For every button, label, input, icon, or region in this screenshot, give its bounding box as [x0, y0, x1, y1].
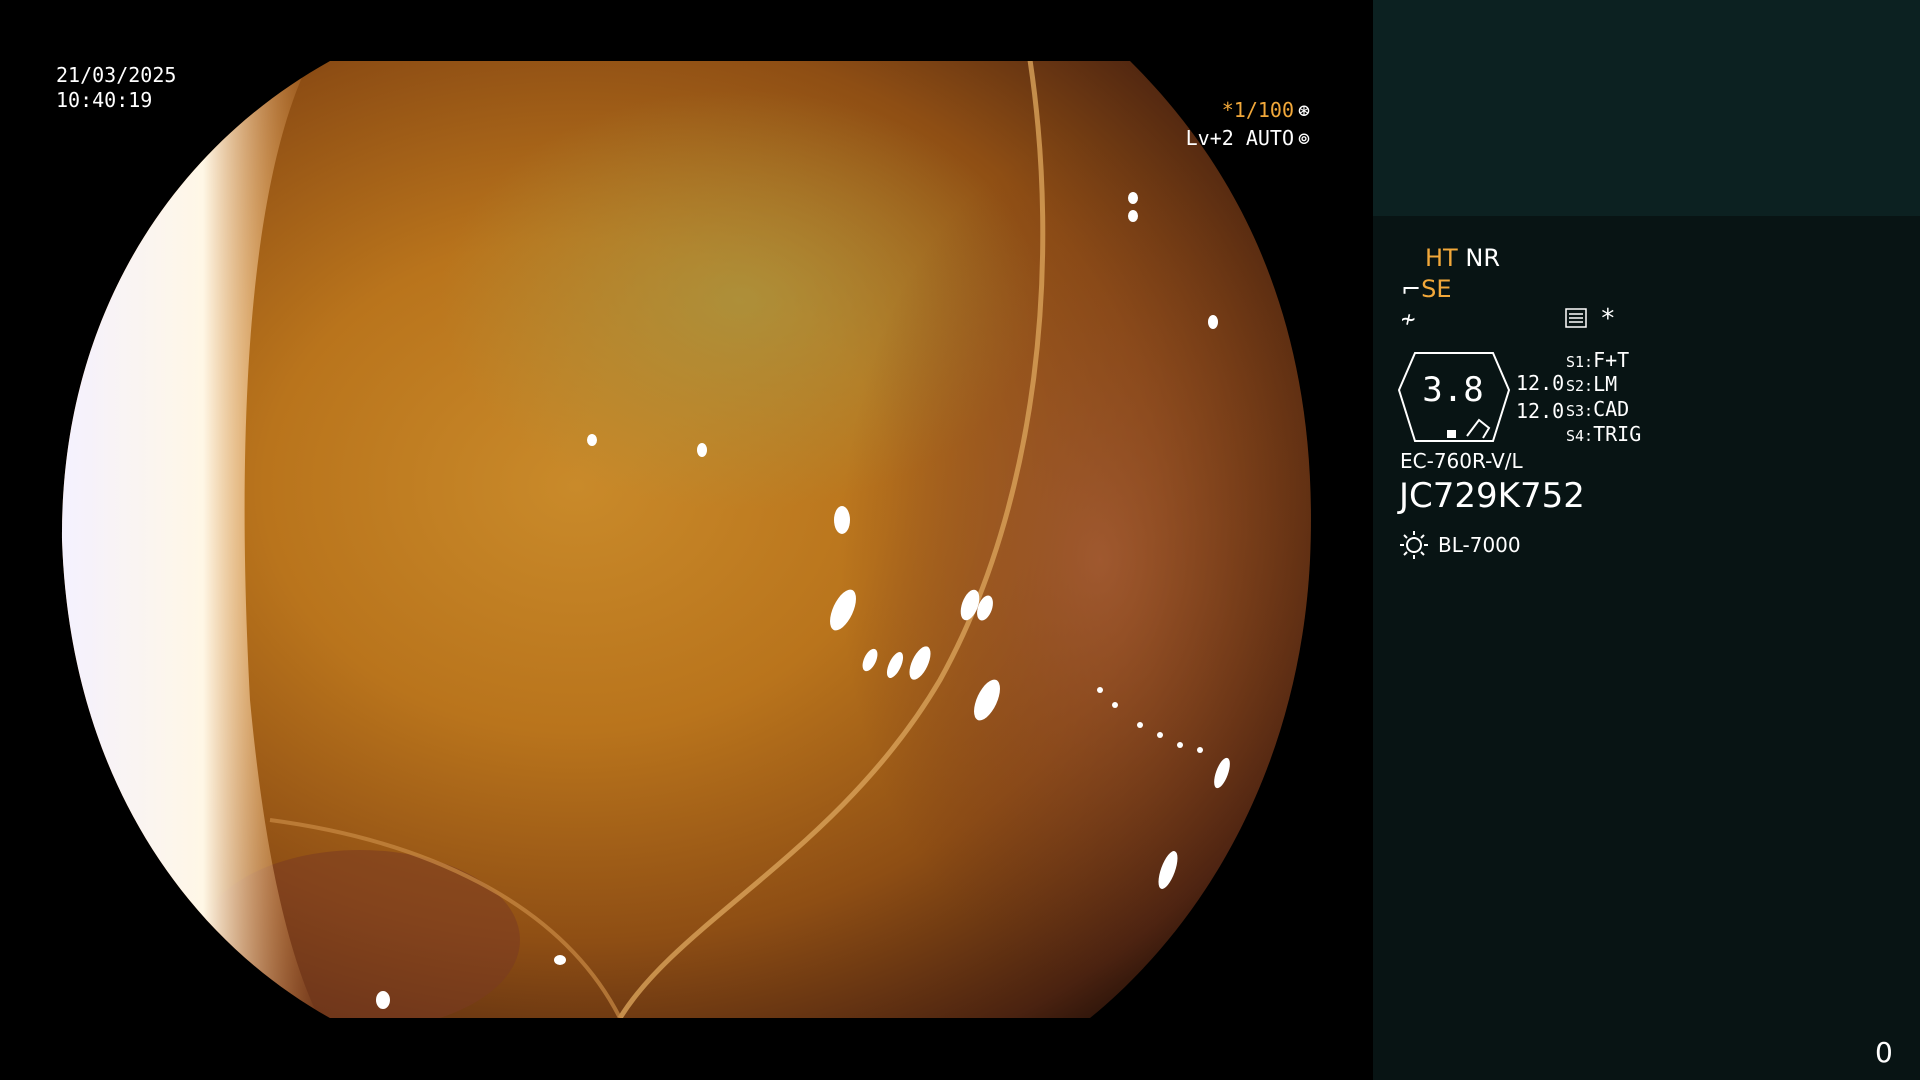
- info-side-panel: HT NR ⌐SE ≁ * 3.8 12.0 12.0 S1:F+T S2:LM…: [1373, 0, 1920, 1080]
- image-mode-row: HT NR: [1425, 245, 1500, 271]
- shutter-wheel-icon: ⊛: [1297, 98, 1311, 122]
- light-source-model: BL-7000: [1438, 533, 1521, 557]
- fiber-icon: ≁: [1401, 305, 1416, 333]
- scope-angle-icon: ⌐: [1401, 275, 1422, 303]
- slot-key: S3:: [1566, 402, 1594, 420]
- image-counter: 0: [1875, 1036, 1893, 1069]
- se-label: SE: [1421, 275, 1452, 303]
- auto-iris-icon: ⊚: [1297, 126, 1311, 150]
- switch-slot-1: S1:F+T: [1566, 348, 1629, 374]
- slot-key: S2:: [1566, 377, 1594, 395]
- zoom-value: 3.8: [1422, 370, 1484, 410]
- date-time-stamp: 21/03/2025 10:40:19: [56, 63, 176, 113]
- shutter-indicator: *1/100 ⊛: [1222, 98, 1314, 123]
- level-text: Lv+2 AUTO: [1185, 126, 1294, 150]
- ht-label: HT: [1425, 244, 1458, 272]
- menu-list-icon: [1565, 308, 1587, 328]
- scope-model: EC-760R-V/L: [1400, 449, 1523, 473]
- light-bulb-icon: [1400, 531, 1428, 559]
- scope-serial-number: JC729K752: [1399, 476, 1585, 516]
- slot-key: S4:: [1566, 427, 1594, 445]
- se-row: ⌐SE: [1401, 276, 1452, 302]
- switch-slot-2: S2:LM: [1566, 372, 1617, 398]
- shutter-text: *1/100: [1221, 98, 1294, 122]
- slot-value: CAD: [1593, 397, 1630, 421]
- setting-value-2: 12.0: [1516, 399, 1565, 423]
- endoscopic-image: [61, 61, 1311, 1018]
- slot-value: F+T: [1593, 348, 1630, 372]
- star-marker: *: [1600, 304, 1616, 334]
- setting-value-1: 12.0: [1516, 371, 1565, 395]
- endoscope-video-area: 21/03/2025 10:40:19 *1/100 ⊛ Lv+2 AUTO ⊚: [0, 0, 1372, 1080]
- time-text: 10:40:19: [56, 88, 153, 112]
- switch-slot-3: S3:CAD: [1566, 397, 1629, 423]
- slot-value: TRIG: [1593, 422, 1642, 446]
- side-panel-header-area: [1373, 0, 1920, 216]
- slot-value: LM: [1593, 372, 1618, 396]
- date-text: 21/03/2025: [56, 63, 177, 87]
- nr-label: NR: [1465, 244, 1500, 272]
- switch-slot-4: S4:TRIG: [1566, 422, 1641, 448]
- slot-key: S1:: [1566, 353, 1594, 371]
- level-indicator: Lv+2 AUTO ⊚: [1186, 126, 1314, 151]
